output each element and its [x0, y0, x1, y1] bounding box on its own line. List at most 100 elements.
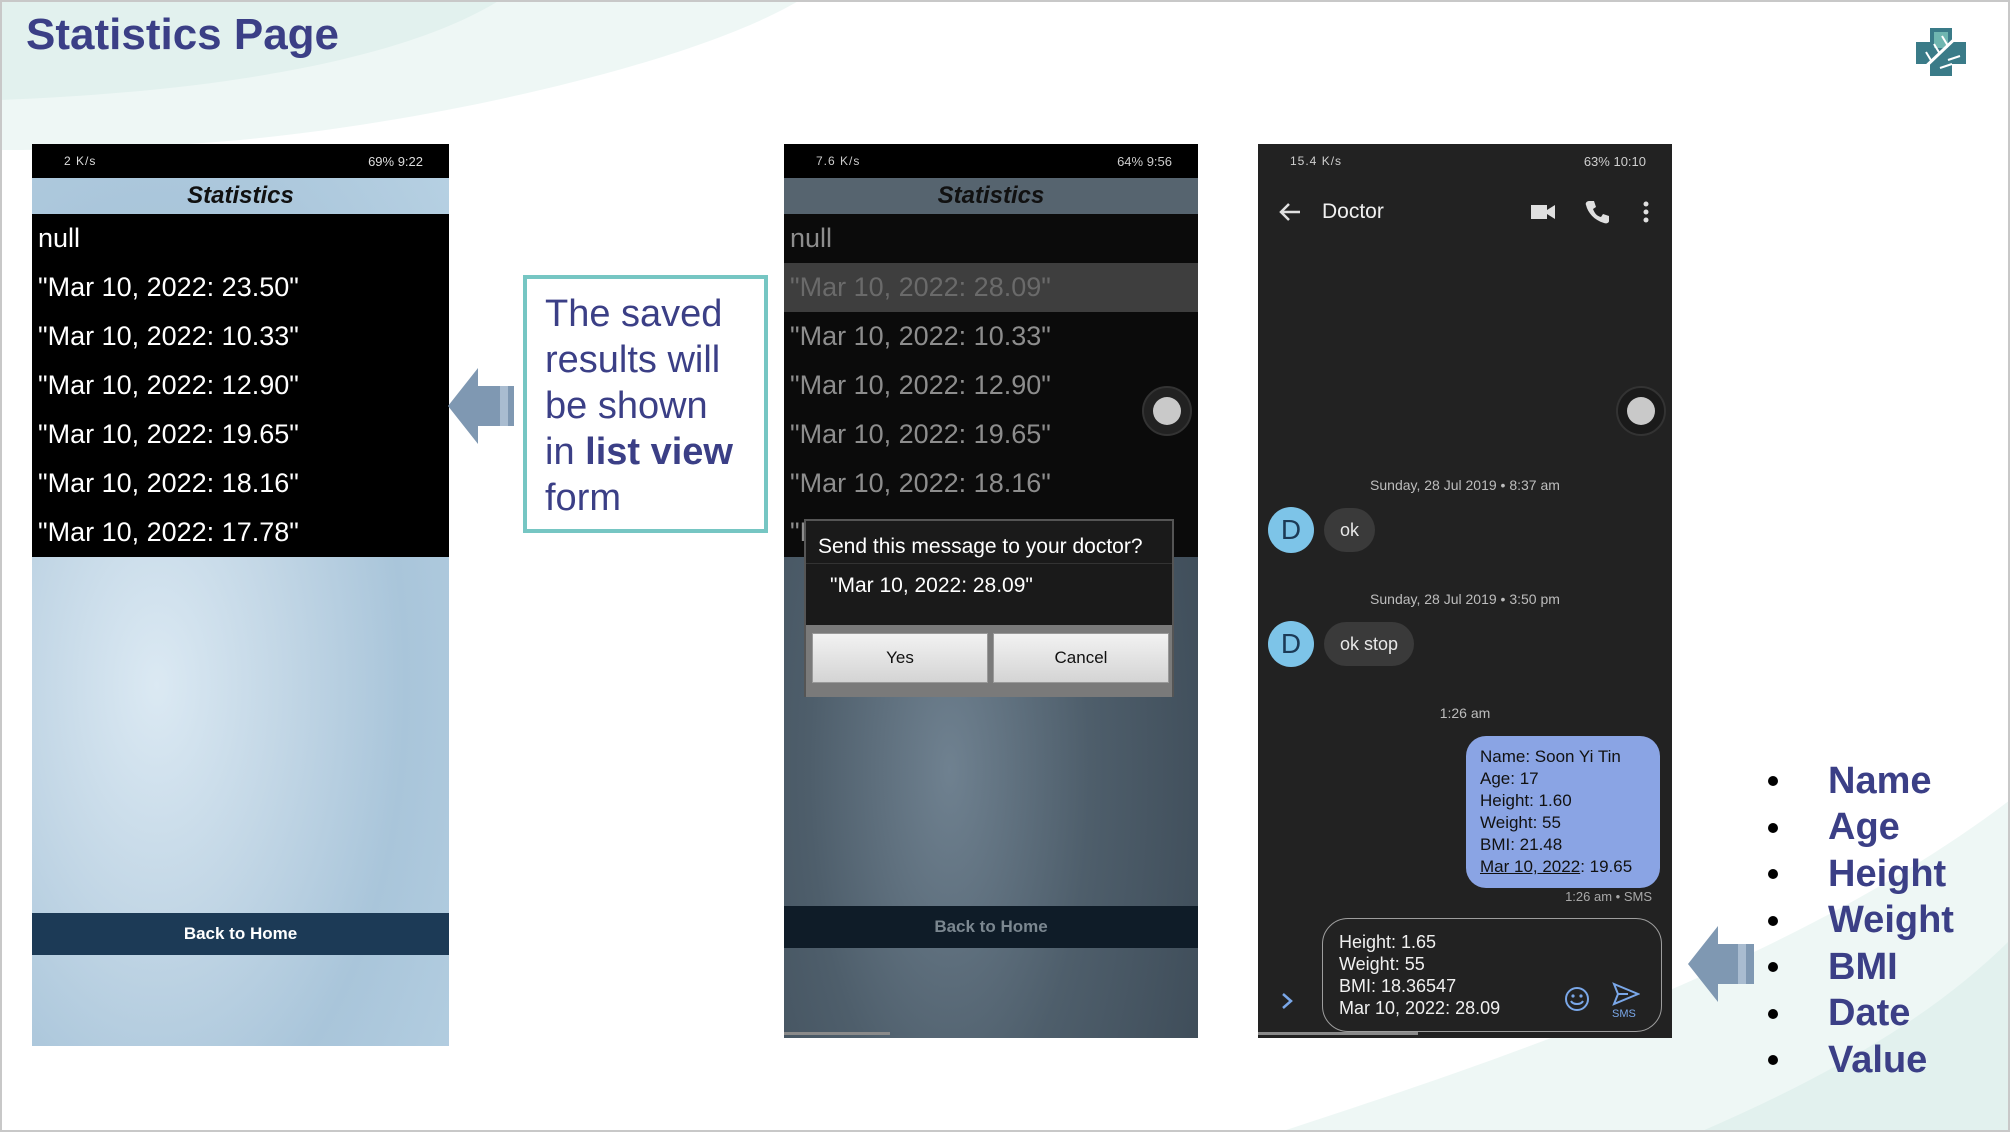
bullet-label: Name: [1828, 759, 1932, 802]
status-bar: 2 K/s 69% 9:22: [32, 144, 449, 178]
more-options-icon[interactable]: [1642, 200, 1650, 224]
nav-indicator: [1258, 1032, 1418, 1035]
incoming-message[interactable]: ok stop: [1324, 622, 1415, 666]
contact-avatar: D: [1268, 507, 1314, 553]
message-line: Weight: 55: [1480, 813, 1561, 832]
back-to-home-button[interactable]: Back to Home: [32, 913, 449, 955]
send-mode-label: SMS: [1612, 1008, 1636, 1020]
callout-line: results will: [545, 339, 721, 381]
status-network-speed: 15.4 K/s: [1290, 154, 1343, 168]
list-item[interactable]: "Mar 10, 2022: 19.65": [32, 410, 449, 459]
callout-line: be shown: [545, 385, 708, 427]
emoji-icon[interactable]: [1564, 986, 1590, 1012]
video-call-icon[interactable]: [1530, 200, 1556, 224]
bullet-icon: [1768, 776, 1778, 787]
list-item[interactable]: "Mar 10, 2022: 17.78": [32, 508, 449, 557]
bullet-label: Weight: [1828, 899, 1954, 942]
message-meta: 1:26 am • SMS: [1565, 889, 1652, 904]
bullet-label: Height: [1828, 852, 1947, 895]
circle-icon: [1627, 397, 1655, 425]
bullet-icon: [1768, 822, 1778, 833]
list-item: Value: [1768, 1037, 1954, 1084]
message-date: Sunday, 28 Jul 2019 • 3:50 pm: [1370, 591, 1560, 607]
list-item: Age: [1768, 805, 1954, 852]
list-item: Date: [1768, 991, 1954, 1038]
contact-name: Doctor: [1322, 200, 1384, 223]
list-item[interactable]: "Mar 10, 2022: 23.50": [32, 263, 449, 312]
list-item[interactable]: "Mar 10, 2022: 10.33": [784, 312, 1198, 361]
status-battery-time: 69% 9:22: [368, 153, 423, 169]
bullet-label: Value: [1828, 1038, 1928, 1081]
status-network-speed: 7.6 K/s: [816, 154, 861, 168]
bullet-icon: [1768, 869, 1778, 880]
arrow-left-icon: [1688, 926, 1754, 1002]
cancel-button[interactable]: Cancel: [993, 633, 1169, 683]
dialog-button-bar: Yes Cancel: [806, 625, 1172, 697]
list-item: Weight: [1768, 898, 1954, 945]
phone-screen-send-dialog: 7.6 K/s 64% 9:56 Statistics null "Mar 10…: [784, 144, 1198, 1038]
bullet-icon: [1768, 1008, 1778, 1019]
dialog-message: "Mar 10, 2022: 28.09": [806, 563, 1172, 611]
message-date: 1:26 am: [1439, 705, 1491, 721]
send-icon[interactable]: [1612, 982, 1640, 1006]
message-compose-field[interactable]: Height: 1.65 Weight: 55 BMI: 18.36547 Ma…: [1322, 918, 1662, 1032]
list-item[interactable]: "Mar 10, 2022: 12.90": [784, 361, 1198, 410]
callout-bold-text: list view: [585, 431, 733, 473]
app-title: Statistics: [187, 182, 294, 209]
message-line: Mar 10, 2022: 19.65: [1480, 856, 1646, 878]
callout-line: form: [545, 477, 621, 519]
list-item[interactable]: "Mar 10, 2022: 12.90": [32, 361, 449, 410]
list-item: BMI: [1768, 944, 1954, 991]
dialog-title: Send this message to your doctor?: [818, 535, 1143, 558]
slide-title: Statistics Page: [26, 10, 340, 59]
status-battery-time: 64% 9:56: [1117, 153, 1172, 169]
status-bar: 7.6 K/s 64% 9:56: [784, 144, 1198, 178]
message-line: Age: 17: [1480, 769, 1539, 788]
date-link[interactable]: Mar 10, 2022: [1480, 857, 1580, 876]
back-to-home-button[interactable]: Back to Home: [784, 906, 1198, 948]
list-item[interactable]: "Mar 10, 2022: 18.16": [784, 459, 1198, 508]
statistics-list[interactable]: null "Mar 10, 2022: 23.50" "Mar 10, 2022…: [32, 214, 449, 557]
list-item[interactable]: "Mar 10, 2022: 19.65": [784, 410, 1198, 459]
send-confirmation-dialog: Send this message to your doctor? "Mar 1…: [804, 519, 1174, 697]
back-arrow-icon[interactable]: [1276, 198, 1304, 226]
phone-call-icon[interactable]: [1584, 199, 1610, 225]
message-line: Name: Soon Yi Tin: [1480, 747, 1621, 766]
list-item-selected[interactable]: "Mar 10, 2022: 28.09": [784, 263, 1198, 312]
message-line: BMI: 21.48: [1480, 835, 1563, 854]
message-line: Height: 1.60: [1480, 791, 1572, 810]
nav-indicator: [784, 1032, 890, 1035]
list-item[interactable]: "Mar 10, 2022: 18.16": [32, 459, 449, 508]
yes-button[interactable]: Yes: [812, 633, 988, 683]
statistics-list[interactable]: null "Mar 10, 2022: 28.09" "Mar 10, 2022…: [784, 214, 1198, 557]
list-item[interactable]: null: [784, 214, 1198, 263]
list-item[interactable]: null: [32, 214, 449, 263]
incoming-message[interactable]: ok: [1324, 508, 1376, 552]
callout-line: in list view: [545, 429, 746, 475]
bullet-label: Date: [1828, 992, 1911, 1035]
medical-cross-logo: [1916, 28, 1966, 76]
bullet-icon: [1768, 915, 1778, 926]
list-item[interactable]: "Mar 10, 2022: 10.33": [32, 312, 449, 361]
floating-assist-button[interactable]: [1616, 386, 1666, 436]
callout-text: in: [545, 431, 586, 473]
status-bar: 15.4 K/s 63% 10:10: [1258, 144, 1672, 178]
bullet-icon: [1768, 962, 1778, 973]
status-battery-time: 63% 10:10: [1583, 153, 1646, 169]
callout-line: The saved: [545, 293, 723, 335]
app-title: Statistics: [937, 182, 1045, 209]
compose-line: Mar 10, 2022: 28.09: [1339, 998, 1501, 1018]
circle-icon: [1153, 397, 1181, 425]
data-fields-list: Name Age Height Weight BMI Date Value: [1768, 758, 1954, 1084]
message-date: Sunday, 28 Jul 2019 • 8:37 am: [1370, 477, 1560, 493]
arrow-left-icon: [448, 368, 514, 444]
compose-line: Height: 1.65: [1339, 932, 1437, 952]
list-item: Name: [1768, 758, 1954, 805]
outgoing-message[interactable]: Name: Soon Yi Tin Age: 17 Height: 1.60 W…: [1466, 736, 1660, 888]
floating-assist-button[interactable]: [1142, 386, 1192, 436]
callout-box: The saved results will be shown in list …: [523, 275, 768, 533]
list-item: Height: [1768, 851, 1954, 898]
expand-chevron-icon[interactable]: [1280, 992, 1294, 1010]
bullet-label: BMI: [1828, 945, 1898, 988]
compose-line: BMI: 18.36547: [1339, 976, 1457, 996]
